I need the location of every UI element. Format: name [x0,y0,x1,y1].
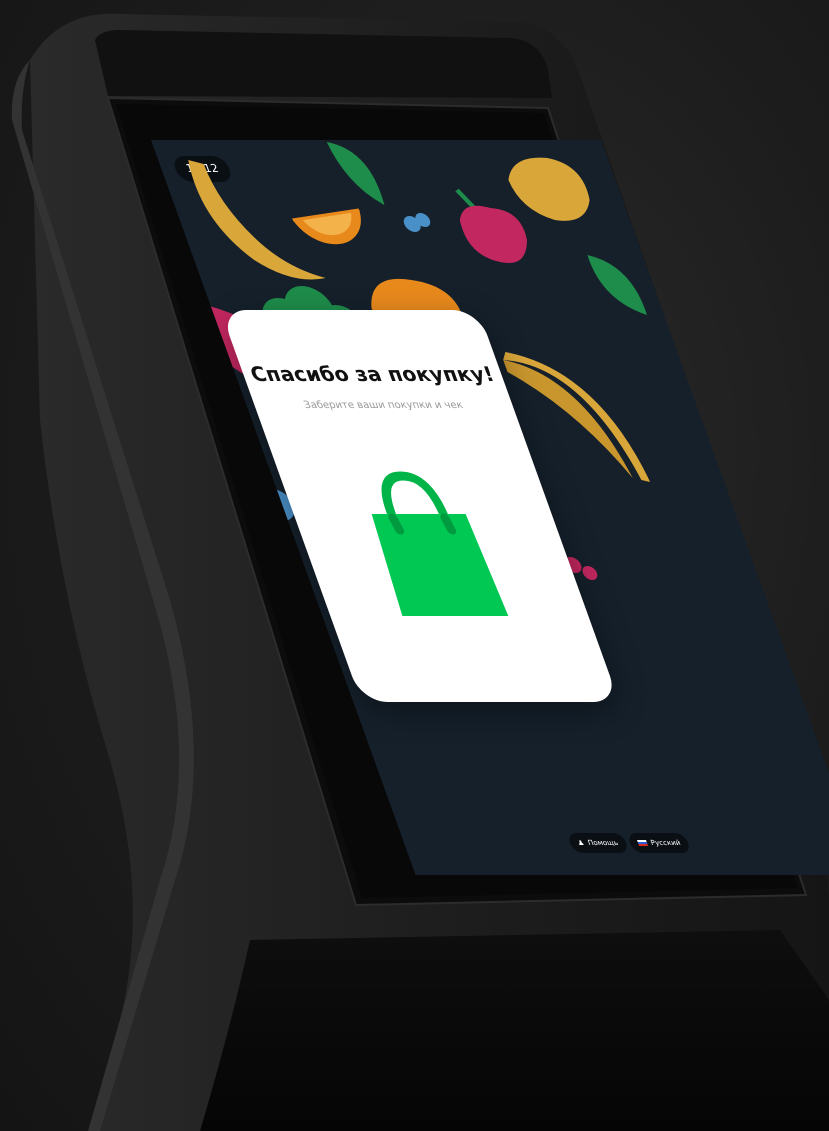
kiosk-scene: 10:12 [0,0,829,1131]
language-button[interactable]: Русский [626,833,692,853]
dialog-title: Спасибо за покупку! [246,362,498,386]
language-label: Русский [649,839,682,847]
help-button[interactable]: ♟ Помощь [566,833,630,853]
russia-flag-icon [636,840,649,846]
dialog-subtitle: Заберите ваши покупки и чек [302,400,465,411]
help-label: Помощь [586,839,620,847]
blueberry-illustration [403,213,431,232]
shopping-bag-icon [371,471,509,616]
bottom-bar: ♟ Помощь Русский [400,833,829,853]
